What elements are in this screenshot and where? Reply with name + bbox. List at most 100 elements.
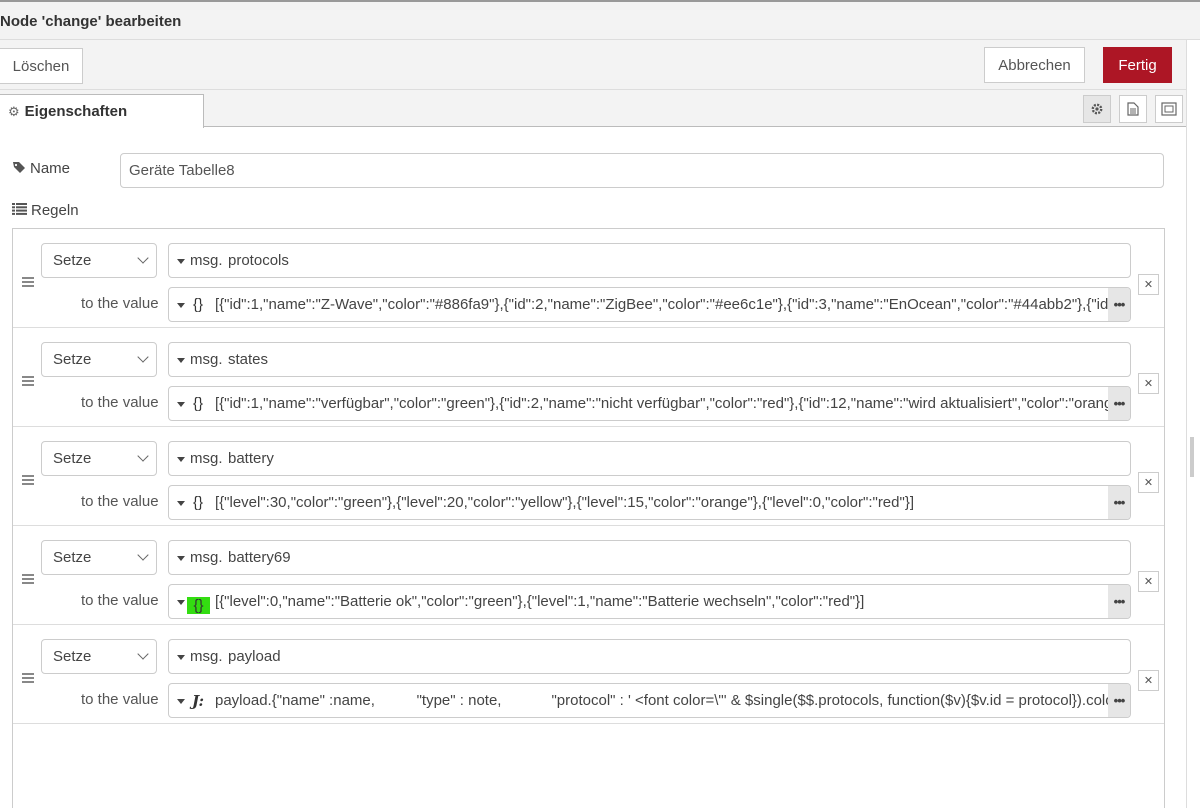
rule-value-input[interactable]: {} [{"level":0,"name":"Batterie ok","col… <box>168 584 1131 619</box>
rule-target-input[interactable]: msg. payload <box>168 639 1131 674</box>
target-value: payload <box>228 648 281 665</box>
rule-target-input[interactable]: msg. protocols <box>168 243 1131 278</box>
remove-rule-button[interactable]: ✕ <box>1138 670 1159 691</box>
drag-handle-icon[interactable] <box>22 277 34 287</box>
to-value-label: to the value <box>81 592 159 609</box>
rule-target-input[interactable]: msg. states <box>168 342 1131 377</box>
rule-value: [{"id":1,"name":"Z-Wave","color":"#886fa… <box>215 296 1109 313</box>
json-type-icon[interactable]: {} <box>187 597 210 614</box>
drag-handle-icon[interactable] <box>22 376 34 386</box>
rule-value: [{"level":30,"color":"green"},{"level":2… <box>215 494 914 511</box>
json-type-icon[interactable]: {} <box>187 288 209 321</box>
target-prefix: msg. <box>190 450 223 467</box>
remove-rule-button[interactable]: ✕ <box>1138 274 1159 295</box>
remove-rule-button[interactable]: ✕ <box>1138 373 1159 394</box>
cancel-button[interactable]: Abbrechen <box>984 47 1085 83</box>
caret-down-icon[interactable] <box>177 699 185 704</box>
tab-appearance-icon[interactable] <box>1155 95 1183 123</box>
to-value-label: to the value <box>81 691 159 708</box>
rule-target-input[interactable]: msg. battery <box>168 441 1131 476</box>
tab-properties-label: Eigenschaften <box>24 103 128 120</box>
rule-action-value: Setze <box>53 351 92 368</box>
expand-editor-button[interactable]: ••• <box>1108 387 1130 420</box>
remove-rule-button[interactable]: ✕ <box>1138 571 1159 592</box>
rule-row: Setze msg. battery to the value {} [{"le… <box>13 427 1164 526</box>
json-type-icon[interactable]: {} <box>187 387 209 420</box>
rule-target-input[interactable]: msg. battery69 <box>168 540 1131 575</box>
caret-down-icon[interactable] <box>177 259 185 264</box>
remove-rule-button[interactable]: ✕ <box>1138 472 1159 493</box>
rule-value: payload.{"name" :name, "type" : note, "p… <box>215 692 1109 709</box>
drag-handle-icon[interactable] <box>22 673 34 683</box>
rule-value-input[interactable]: J: payload.{"name" :name, "type" : note,… <box>168 683 1131 718</box>
tab-properties[interactable]: ⚙ Eigenschaften <box>0 94 204 128</box>
chevron-down-icon <box>137 450 149 462</box>
jsonata-type-icon[interactable]: J: <box>187 684 209 717</box>
dialog-titlebar: Node 'change' bearbeiten <box>0 0 1200 40</box>
scrollbar-thumb[interactable] <box>1190 437 1194 477</box>
right-panel-edge <box>1186 40 1200 808</box>
list-icon <box>12 203 27 218</box>
drag-handle-icon[interactable] <box>22 574 34 584</box>
caret-down-icon[interactable] <box>177 457 185 462</box>
rule-value-input[interactable]: {} [{"id":1,"name":"Z-Wave","color":"#88… <box>168 287 1131 322</box>
rule-action-value: Setze <box>53 450 92 467</box>
rule-action-value: Setze <box>53 549 92 566</box>
target-value: protocols <box>228 252 289 269</box>
tab-bar: ⚙ Eigenschaften <box>0 90 1186 128</box>
gear-icon: ⚙ <box>8 103 20 119</box>
target-prefix: msg. <box>190 648 223 665</box>
rule-value: [{"level":0,"name":"Batterie ok","color"… <box>215 593 865 610</box>
target-value: battery <box>228 450 274 467</box>
rule-action-select[interactable]: Setze <box>41 540 157 575</box>
dialog-title: Node 'change' bearbeiten <box>0 13 182 30</box>
to-value-label: to the value <box>81 295 159 312</box>
caret-down-icon[interactable] <box>177 358 185 363</box>
target-prefix: msg. <box>190 549 223 566</box>
to-value-label: to the value <box>81 493 159 510</box>
rule-action-value: Setze <box>53 648 92 665</box>
chevron-down-icon <box>137 648 149 660</box>
caret-down-icon[interactable] <box>177 600 185 605</box>
target-value: battery69 <box>228 549 291 566</box>
tab-settings-gear-icon[interactable] <box>1083 95 1111 123</box>
name-label: Name <box>12 160 70 177</box>
target-prefix: msg. <box>190 351 223 368</box>
target-prefix: msg. <box>190 252 223 269</box>
rule-action-select[interactable]: Setze <box>41 243 157 278</box>
caret-down-icon[interactable] <box>177 303 185 308</box>
rule-value: [{"id":1,"name":"verfügbar","color":"gre… <box>215 395 1109 412</box>
expand-editor-button[interactable]: ••• <box>1108 486 1130 519</box>
name-label-text: Name <box>30 160 71 177</box>
name-input[interactable]: Geräte Tabelle8 <box>120 153 1164 188</box>
rules-label: Regeln <box>12 202 79 219</box>
tag-icon <box>12 161 26 177</box>
caret-down-icon[interactable] <box>177 556 185 561</box>
rule-action-value: Setze <box>53 252 92 269</box>
dialog-toolbar: Löschen Abbrechen Fertig <box>0 40 1200 90</box>
rule-action-select[interactable]: Setze <box>41 441 157 476</box>
rules-list: Setze msg. protocols to the value {} [{"… <box>12 228 1165 808</box>
rule-row: Setze msg. battery69 to the value {} [{"… <box>13 526 1164 625</box>
rules-label-text: Regeln <box>31 202 79 219</box>
rule-action-select[interactable]: Setze <box>41 342 157 377</box>
to-value-label: to the value <box>81 394 159 411</box>
caret-down-icon[interactable] <box>177 501 185 506</box>
target-value: states <box>228 351 269 368</box>
rule-action-select[interactable]: Setze <box>41 639 157 674</box>
rule-value-input[interactable]: {} [{"id":1,"name":"verfügbar","color":"… <box>168 386 1131 421</box>
done-button[interactable]: Fertig <box>1103 47 1172 83</box>
json-type-icon[interactable]: {} <box>187 486 209 519</box>
rule-row: Setze msg. payload to the value J: paylo… <box>13 625 1164 724</box>
rule-row: Setze msg. protocols to the value {} [{"… <box>13 229 1164 328</box>
drag-handle-icon[interactable] <box>22 475 34 485</box>
caret-down-icon[interactable] <box>177 402 185 407</box>
expand-editor-button[interactable]: ••• <box>1108 684 1130 717</box>
delete-button[interactable]: Löschen <box>0 48 83 84</box>
tab-description-icon[interactable] <box>1119 95 1147 123</box>
expand-editor-button[interactable]: ••• <box>1108 585 1130 618</box>
expand-editor-button[interactable]: ••• <box>1108 288 1130 321</box>
chevron-down-icon <box>137 351 149 363</box>
rule-value-input[interactable]: {} [{"level":30,"color":"green"},{"level… <box>168 485 1131 520</box>
caret-down-icon[interactable] <box>177 655 185 660</box>
